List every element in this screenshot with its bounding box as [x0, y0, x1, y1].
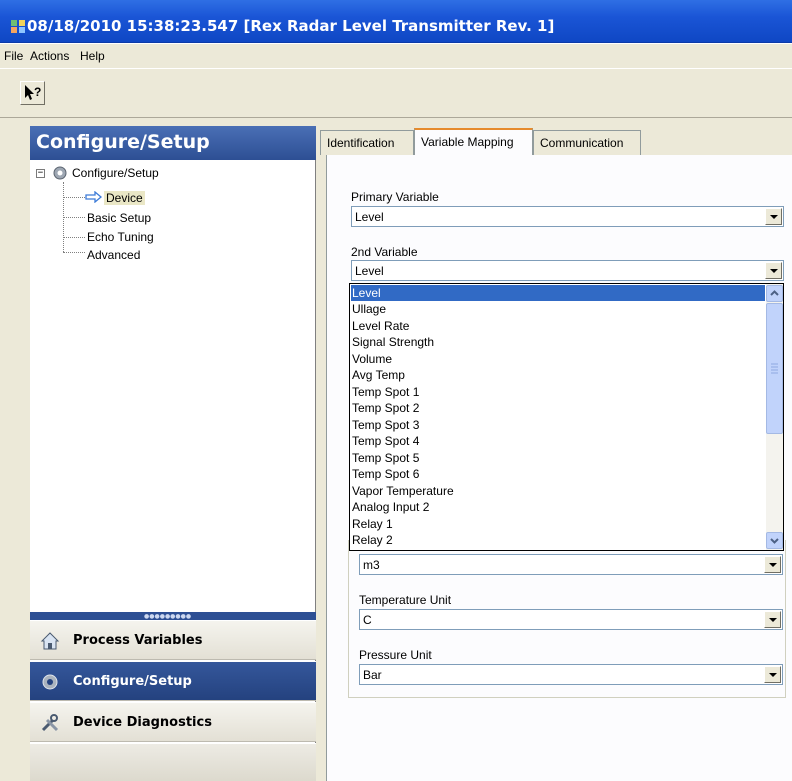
second-variable-label: 2nd Variable	[351, 245, 418, 259]
scrollbar-thumb[interactable]	[766, 303, 783, 434]
tree-collapse-icon[interactable]: −	[36, 169, 45, 178]
dropdown-option[interactable]: Relay 2	[351, 532, 765, 548]
dropdown-option[interactable]: Signal Strength	[351, 334, 765, 350]
tab-identification[interactable]: Identification	[320, 130, 414, 155]
second-variable-value: Level	[355, 264, 384, 278]
gear-icon	[53, 166, 67, 180]
menu-actions[interactable]: Actions	[30, 49, 69, 63]
dropdown-option[interactable]: Temp Spot 5	[351, 450, 765, 466]
dropdown-option[interactable]: Temp Spot 2	[351, 400, 765, 416]
toolbar: ?	[0, 68, 792, 118]
menu-help[interactable]: Help	[80, 49, 105, 63]
dropdown-option[interactable]: Relay 1	[351, 516, 765, 532]
nav-button-label: Process Variables	[73, 633, 203, 648]
left-navigation-pane: Configure/Setup − Configure/Setup Device…	[30, 126, 316, 781]
nav-button-area	[30, 743, 316, 781]
nav-button-label: Configure/Setup	[73, 674, 192, 689]
primary-variable-select[interactable]: Level	[351, 206, 784, 227]
tab-communication[interactable]: Communication	[533, 130, 641, 155]
dropdown-option[interactable]: Volume	[351, 351, 765, 367]
tree-connector	[63, 197, 85, 198]
nav-button-device-diagnostics[interactable]: Device Diagnostics	[30, 702, 316, 742]
scroll-up-button[interactable]	[766, 285, 783, 302]
whats-this-help-icon: ?	[25, 85, 41, 100]
dropdown-option-level[interactable]: Level	[351, 285, 765, 301]
dropdown-option[interactable]: Vapor Temperature	[351, 483, 765, 499]
tab-variable-mapping[interactable]: Variable Mapping	[414, 128, 533, 155]
menu-file[interactable]: File	[4, 49, 23, 63]
chevron-down-icon	[770, 538, 779, 544]
menu-bar: File Actions Help	[0, 44, 792, 68]
dropdown-option[interactable]: Level Rate	[351, 318, 765, 334]
tree-item-basic-setup[interactable]: Basic Setup	[87, 211, 151, 225]
dropdown-scrollbar[interactable]	[766, 284, 783, 550]
home-icon	[40, 632, 60, 650]
nav-button-process-variables[interactable]: Process Variables	[30, 620, 316, 660]
window-title-bar[interactable]: 08/18/2010 15:38:23.547 [Rex Radar Level…	[0, 0, 792, 43]
tree-connector	[63, 237, 85, 238]
config-tree: − Configure/Setup Device Basic Setup Ech…	[30, 160, 316, 610]
chevron-down-icon[interactable]	[765, 262, 782, 279]
scroll-down-button[interactable]	[766, 532, 783, 549]
dropdown-option[interactable]: Temp Spot 4	[351, 433, 765, 449]
dropdown-option[interactable]: Ullage	[351, 301, 765, 317]
arrow-right-icon	[85, 191, 103, 203]
dropdown-option[interactable]: Temp Spot 6	[351, 466, 765, 482]
tree-connector	[63, 252, 85, 253]
dropdown-option[interactable]: Analog Input 2	[351, 499, 765, 515]
primary-variable-label: Primary Variable	[351, 190, 439, 204]
gear-icon	[42, 674, 58, 690]
tree-item-device[interactable]: Device	[104, 191, 145, 205]
tools-icon	[41, 714, 59, 732]
pane-splitter[interactable]: ●●●●●●●●●	[30, 612, 316, 620]
nav-button-configure-setup[interactable]: Configure/Setup	[30, 661, 316, 701]
dropdown-option[interactable]: Temp Spot 1	[351, 384, 765, 400]
panel-header: Configure/Setup	[30, 126, 316, 160]
app-icon	[11, 20, 25, 33]
nav-button-label: Device Diagnostics	[73, 715, 212, 730]
grip-icon	[771, 363, 778, 374]
second-variable-select[interactable]: Level	[351, 260, 784, 281]
whats-this-help-button[interactable]: ?	[20, 81, 45, 105]
primary-variable-value: Level	[355, 210, 384, 224]
svg-text:?: ?	[34, 85, 41, 99]
dropdown-option[interactable]: Avg Temp	[351, 367, 765, 383]
units-group-box	[348, 540, 786, 698]
dropdown-option[interactable]: Temp Spot 3	[351, 417, 765, 433]
window-title: 08/18/2010 15:38:23.547 [Rex Radar Level…	[27, 17, 555, 35]
tree-item-echo-tuning[interactable]: Echo Tuning	[87, 230, 154, 244]
tree-root-label[interactable]: Configure/Setup	[72, 166, 159, 180]
second-variable-dropdown-list[interactable]: Level Ullage Level Rate Signal Strength …	[349, 283, 784, 551]
chevron-up-icon	[770, 290, 779, 296]
tree-connector	[63, 217, 85, 218]
tree-item-advanced[interactable]: Advanced	[87, 248, 140, 262]
chevron-down-icon[interactable]	[765, 208, 782, 225]
